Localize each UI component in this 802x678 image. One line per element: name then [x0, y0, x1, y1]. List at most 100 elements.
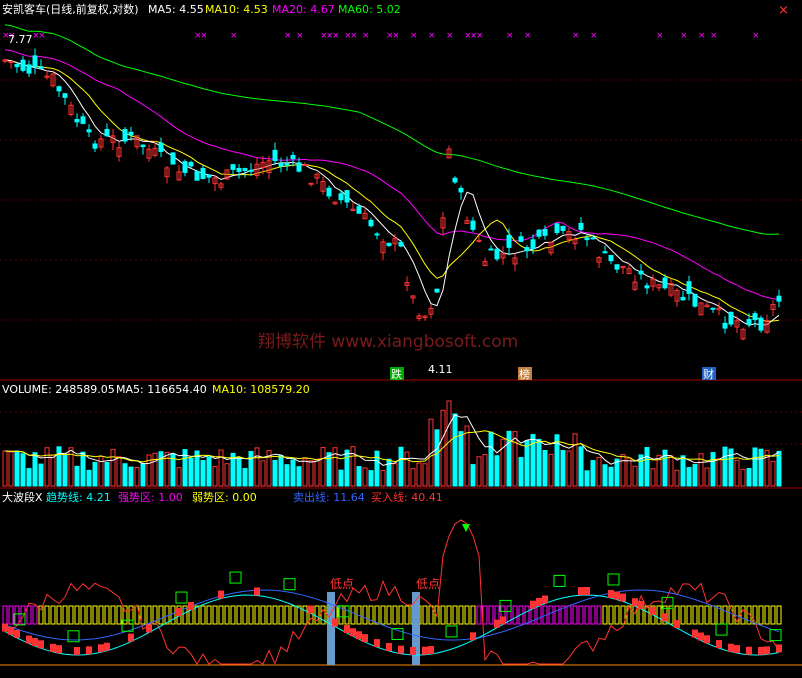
red-step-block — [542, 595, 548, 604]
volume-ma10: MA10: 108579.20 — [212, 383, 310, 396]
zone-bar — [56, 605, 62, 625]
volume-bar — [572, 433, 578, 487]
red-step-block — [536, 597, 542, 606]
red-step-block — [734, 645, 740, 654]
green-signal-square — [175, 591, 188, 604]
volume-bar — [8, 451, 14, 487]
zone-bar — [692, 605, 698, 625]
volume-bar — [218, 449, 224, 487]
zone-bar — [404, 605, 410, 625]
chart-title: 安凯客车(日线,前复权,对数) — [2, 2, 139, 16]
volume-bar — [344, 449, 350, 487]
main-header: 安凯客车(日线,前复权,对数) MA5: 4.55 MA10: 4.53 MA2… — [2, 2, 789, 18]
zone-bar — [224, 605, 230, 625]
sell-line-label: 卖出线: 11.64 — [293, 490, 365, 504]
candle-body — [398, 241, 404, 247]
marker-bang[interactable]: 榜 — [518, 367, 532, 381]
signal-x-marker: × — [656, 31, 664, 41]
volume-bar — [710, 452, 716, 487]
zone-bar — [236, 605, 242, 625]
red-step-block — [308, 605, 314, 614]
zone-bar — [26, 605, 32, 625]
volume-bar — [536, 438, 542, 487]
candle-body — [80, 116, 86, 124]
red-step-block — [218, 590, 224, 599]
marker-die[interactable]: 跌 — [390, 367, 404, 381]
red-step-block — [386, 643, 392, 652]
volume-bar — [20, 453, 26, 487]
volume-bar — [188, 457, 194, 487]
signal-x-marker: × — [38, 31, 46, 41]
close-icon[interactable]: × — [778, 3, 789, 18]
red-step-block — [728, 643, 734, 652]
volume-ma5: MA5: 116654.40 — [116, 383, 207, 396]
zone-bar — [272, 605, 278, 625]
green-signal-square — [607, 573, 620, 586]
candle-body — [308, 182, 314, 185]
signal-x-marker: × — [284, 31, 292, 41]
signal-x-marker: × — [362, 31, 370, 41]
volume-bar — [350, 446, 356, 487]
zone-bar — [362, 605, 368, 625]
volume-bar — [368, 470, 374, 487]
candle-body — [470, 220, 476, 230]
candle-body — [662, 277, 668, 289]
candle-body — [170, 152, 176, 165]
volume-bar — [476, 456, 482, 487]
candle-body — [296, 162, 302, 172]
candle-body — [194, 171, 200, 181]
candle-body — [140, 144, 146, 148]
candle-body — [8, 60, 14, 63]
zone-bar — [116, 605, 122, 625]
red-step-block — [146, 624, 152, 633]
volume-bar — [434, 429, 440, 487]
zone-bar — [44, 605, 50, 625]
candle-body — [488, 248, 494, 251]
volume-bar — [248, 451, 254, 487]
volume-bar — [668, 455, 674, 487]
volume-bar — [110, 448, 116, 487]
volume-bar — [224, 463, 230, 487]
green-signal-square — [229, 571, 242, 584]
zone-bar — [170, 605, 176, 625]
buy-line-label: 买入线: 40.41 — [371, 490, 443, 504]
zone-bar — [350, 605, 356, 625]
zone-bar — [602, 605, 608, 625]
zone-bar — [242, 605, 248, 625]
candle-body — [542, 229, 548, 236]
zone-bar — [698, 605, 704, 625]
volume-bar — [320, 446, 326, 487]
zone-bar — [458, 605, 464, 625]
signal-x-marker: × — [428, 31, 436, 41]
volume-bar — [608, 466, 614, 487]
volume-bar — [614, 458, 620, 487]
volume-bar — [494, 455, 500, 487]
candle-body — [74, 118, 80, 123]
zone-bar — [710, 605, 716, 625]
candle-body — [206, 174, 212, 178]
red-step-block — [500, 616, 506, 625]
low-point-label-1: 低点 — [330, 577, 354, 591]
volume-bar — [686, 467, 692, 487]
ma60-label: MA60: 5.02 — [338, 3, 401, 16]
volume-bar — [2, 450, 8, 487]
zone-bar — [98, 605, 104, 625]
red-step-block — [608, 589, 614, 598]
red-step-block — [26, 635, 32, 644]
zone-bar — [212, 605, 218, 625]
green-signal-square — [445, 625, 458, 638]
green-signal-square — [283, 578, 296, 591]
zone-bar — [680, 605, 686, 625]
zone-bar — [488, 605, 494, 625]
candle-body — [524, 247, 530, 252]
candle-body — [236, 167, 242, 172]
signal-x-marker: × — [524, 31, 532, 41]
marker-cai[interactable]: 财 — [702, 367, 716, 381]
signal-x-marker: × — [410, 31, 418, 41]
volume-bar — [62, 453, 68, 487]
signal-x-marker: × — [446, 31, 454, 41]
volume-bar — [104, 461, 110, 487]
volume-bar — [464, 425, 470, 487]
candle-body — [86, 129, 92, 133]
red-step-block — [14, 629, 20, 638]
